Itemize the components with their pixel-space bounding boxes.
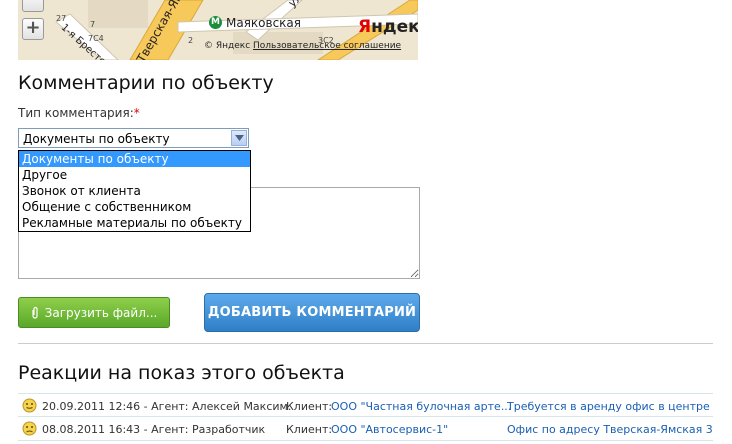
comment-type-selected: Документы по объекту: [23, 132, 170, 146]
logo-text: ндекс: [371, 17, 418, 37]
reaction-row[interactable]: 08.08.2011 16:43 - Агент: Разработчик Кл…: [18, 417, 713, 441]
dropdown-arrow-button[interactable]: [231, 130, 247, 146]
dropdown-option[interactable]: Рекламные материалы по объекту: [19, 215, 250, 231]
comment-type-select[interactable]: Документы по объекту: [18, 128, 249, 148]
logo-letter: Я: [358, 17, 372, 37]
user-agreement-link[interactable]: Пользовательское соглашение: [253, 41, 401, 51]
client-label: Клиент:: [286, 400, 331, 413]
client-link[interactable]: ООО "Частная булочная арте...: [331, 400, 511, 413]
house-number: 7С4: [88, 34, 104, 43]
dropdown-option[interactable]: Общение с собственником: [19, 199, 250, 215]
reaction-date-agent: 08.08.2011 16:43 - Агент: Разработчик: [42, 423, 266, 436]
client-link[interactable]: ООО "Автосервис-1": [331, 423, 511, 436]
neutral-face-icon: [22, 398, 37, 413]
zoom-in-button[interactable]: +: [22, 18, 44, 40]
zoom-slider-handle[interactable]: [22, 0, 44, 12]
house-number: 2: [188, 36, 194, 45]
copyright-text: © Яндекс: [204, 41, 251, 51]
reaction-row[interactable]: 20.09.2011 12:46 - Агент: Алексей Максим…: [18, 393, 713, 417]
metro-station-label: Маяковская: [226, 16, 302, 30]
dropdown-option[interactable]: Документы по объекту: [19, 151, 250, 167]
sad-face-icon: [22, 421, 37, 436]
map-copyright: © Яндекс Пользовательское соглашение: [204, 41, 401, 51]
comment-type-dropdown: Документы по объекту Другое Звонок от кл…: [18, 150, 251, 232]
metro-icon: М: [209, 16, 222, 29]
object-description-link[interactable]: Офис по адресу Тверская-Ямская 3-Я ...: [507, 423, 713, 436]
dropdown-option[interactable]: Другое: [19, 167, 250, 183]
house-number: 7: [90, 20, 96, 29]
dropdown-option[interactable]: Звонок от клиента: [19, 183, 250, 199]
upload-file-label: Загрузить файл...: [44, 305, 158, 320]
add-comment-button[interactable]: ДОБАВИТЬ КОММЕНТАРИЙ: [204, 293, 420, 332]
client-label: Клиент:: [286, 423, 331, 436]
yandex-logo: Яндекс: [358, 17, 418, 37]
map[interactable]: + 27 7 7С4 2 3С2 1-я Брестская Тверская-…: [18, 0, 418, 60]
comment-type-label: Тип комментария:*: [18, 106, 140, 120]
object-description-link[interactable]: Требуется в аренду офис в центре го...: [507, 400, 713, 413]
section-divider: [18, 343, 713, 344]
paperclip-icon: [32, 306, 38, 319]
required-mark: *: [133, 106, 140, 120]
reaction-date-agent: 20.09.2011 12:46 - Агент: Алексей Максим…: [42, 400, 292, 413]
comments-title: Комментарии по объекту: [18, 72, 274, 94]
comment-type-label-text: Тип комментария:: [18, 106, 134, 120]
reactions-title: Реакции на показ этого объекта: [18, 362, 345, 384]
upload-file-button[interactable]: Загрузить файл...: [18, 297, 170, 328]
chevron-down-icon: [235, 135, 244, 141]
